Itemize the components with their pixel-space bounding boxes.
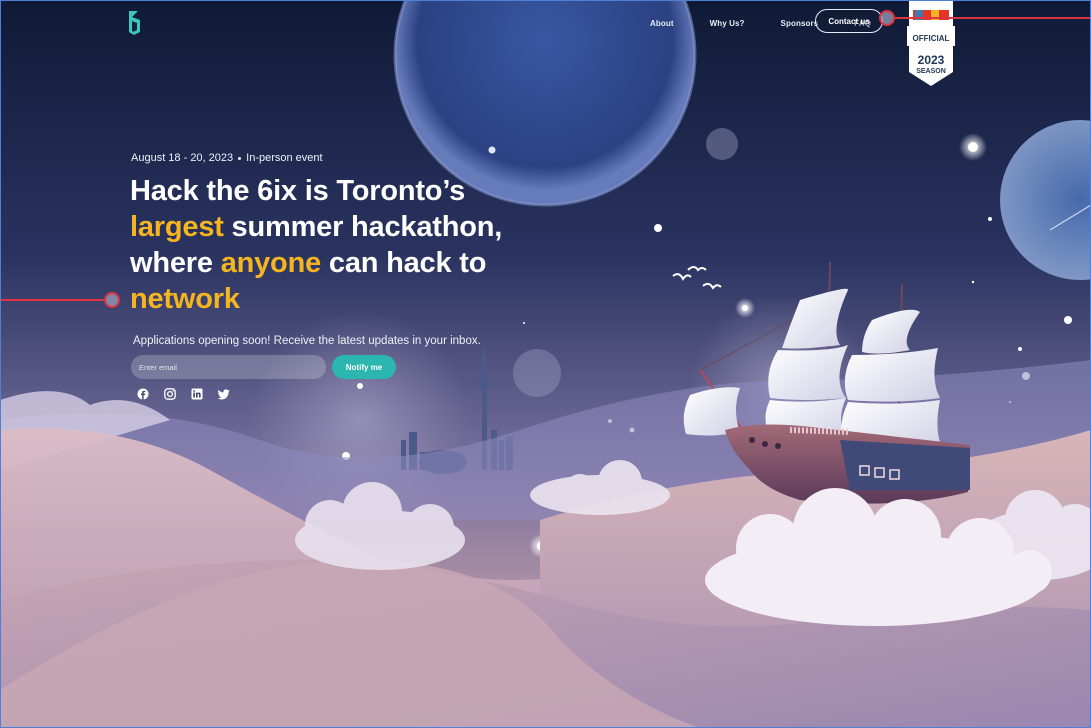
event-type: In-person event	[246, 152, 323, 164]
badge-official-text: OFFICIAL	[913, 34, 950, 43]
annotation-line-top-right	[895, 17, 1091, 19]
nav-why-us-link[interactable]: Why Us?	[710, 19, 745, 28]
facebook-icon[interactable]	[137, 387, 149, 400]
annotation-marker-top-right	[879, 10, 895, 26]
linkedin-icon[interactable]	[191, 387, 203, 400]
headline-highlight-largest: largest	[130, 211, 224, 243]
notify-me-button[interactable]: Notify me	[332, 355, 396, 379]
headline-part-3: can hack to	[321, 247, 487, 279]
email-field-wrap	[131, 355, 326, 379]
instagram-icon[interactable]	[164, 387, 176, 400]
headline-highlight-anyone: anyone	[220, 247, 322, 279]
annotation-line-left	[0, 299, 104, 301]
nav-sponsors-link[interactable]: Sponsors	[781, 19, 819, 28]
annotation-marker-left	[104, 292, 120, 308]
hero-subtitle: Applications opening soon! Receive the l…	[133, 335, 481, 347]
hero-headline: Hack the 6ix is Toronto’s largest summer…	[130, 173, 550, 317]
badge-year-text: 2023	[918, 53, 945, 67]
twitter-icon[interactable]	[218, 387, 230, 400]
event-meta: August 18 - 20, 2023 In-person event	[131, 152, 323, 164]
hack-the-6ix-logo-icon[interactable]	[126, 10, 144, 36]
badge-season-text: SEASON	[916, 68, 946, 75]
separator-dot-icon	[238, 156, 242, 160]
email-field[interactable]	[131, 355, 326, 379]
contact-us-button[interactable]: Contact us	[815, 9, 883, 33]
event-date: August 18 - 20, 2023	[131, 152, 234, 164]
social-links	[137, 387, 230, 400]
mlh-official-badge[interactable]: OFFICIAL 2023 SEASON	[906, 0, 956, 86]
nav-about-link[interactable]: About	[650, 19, 674, 28]
headline-part-1: Hack the 6ix is Toronto’s	[130, 175, 466, 207]
headline-highlight-network: network	[130, 283, 240, 315]
hero-scene: About Why Us? Sponsors FAQ Contact us OF…	[0, 0, 1091, 728]
